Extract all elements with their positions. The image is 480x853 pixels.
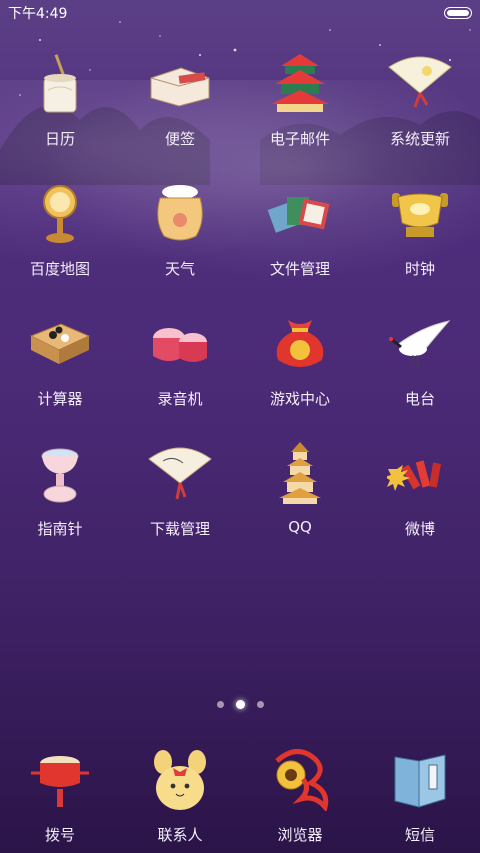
app-game-center[interactable]: 游戏中心 bbox=[240, 308, 360, 414]
scroll-book-icon bbox=[145, 48, 215, 118]
app-grid: 日历 便签 电子邮件 系统更新 百度地图 天气 文件管理 时钟 计算器 录音机 … bbox=[0, 48, 480, 544]
app-label: 浏览器 bbox=[277, 826, 323, 844]
app-label: 文件管理 bbox=[269, 260, 330, 278]
page-indicator bbox=[0, 700, 480, 709]
page-dot[interactable] bbox=[216, 701, 224, 708]
app-weibo[interactable]: 微博 bbox=[360, 438, 480, 544]
pagoda-icon bbox=[265, 438, 335, 508]
app-weather[interactable]: 天气 bbox=[120, 178, 240, 284]
app-label: 电子邮件 bbox=[269, 130, 330, 148]
rabbit-icon bbox=[145, 745, 215, 814]
app-dialer[interactable]: 拨号 bbox=[0, 745, 120, 845]
app-contacts[interactable]: 联系人 bbox=[120, 745, 240, 845]
app-label: 下载管理 bbox=[149, 520, 210, 538]
app-label: 录音机 bbox=[157, 390, 203, 408]
app-label: 电台 bbox=[404, 390, 435, 408]
app-browser[interactable]: 浏览器 bbox=[240, 745, 360, 845]
app-calendar[interactable]: 日历 bbox=[0, 48, 120, 154]
app-download-manager[interactable]: 下载管理 bbox=[120, 438, 240, 544]
rattle-drum-icon bbox=[25, 745, 95, 814]
drums-icon bbox=[145, 308, 215, 378]
temple-icon bbox=[265, 48, 335, 118]
app-label: 微博 bbox=[404, 520, 435, 538]
app-label: 便签 bbox=[164, 130, 195, 148]
app-label: QQ bbox=[288, 518, 312, 536]
app-label: 联系人 bbox=[157, 826, 203, 844]
golden-cauldron-icon bbox=[385, 178, 455, 248]
mirror-stand-icon bbox=[25, 178, 95, 248]
silk-ribbon-icon bbox=[265, 745, 335, 814]
app-label: 计算器 bbox=[37, 390, 83, 408]
page-dot[interactable] bbox=[256, 701, 264, 708]
app-qq[interactable]: QQ bbox=[240, 438, 360, 544]
battery-icon bbox=[444, 7, 472, 19]
open-book-icon bbox=[385, 745, 455, 814]
painted-fan-icon bbox=[145, 438, 215, 508]
folding-fan-icon bbox=[385, 48, 455, 118]
dock: 拨号 联系人 浏览器 短信 bbox=[0, 745, 480, 845]
app-email[interactable]: 电子邮件 bbox=[240, 48, 360, 154]
lucky-bag-icon bbox=[265, 308, 335, 378]
app-label: 游戏中心 bbox=[269, 390, 330, 408]
app-recorder[interactable]: 录音机 bbox=[120, 308, 240, 414]
status-time: 下午4:49 bbox=[8, 6, 68, 22]
app-label: 百度地图 bbox=[29, 260, 90, 278]
app-messages[interactable]: 短信 bbox=[360, 745, 480, 845]
tea-cup-icon bbox=[25, 438, 95, 508]
status-bar: 下午4:49 bbox=[0, 0, 480, 26]
app-label: 日历 bbox=[44, 130, 75, 148]
app-label: 短信 bbox=[404, 826, 435, 844]
app-label: 系统更新 bbox=[389, 130, 450, 148]
firecrackers-icon bbox=[385, 438, 455, 508]
app-label: 指南针 bbox=[37, 520, 83, 538]
page-dot-active[interactable] bbox=[235, 700, 245, 709]
app-radio[interactable]: 电台 bbox=[360, 308, 480, 414]
app-label: 天气 bbox=[164, 260, 195, 278]
books-icon bbox=[265, 178, 335, 248]
go-board-icon bbox=[25, 308, 95, 378]
app-calculator[interactable]: 计算器 bbox=[0, 308, 120, 414]
app-label: 时钟 bbox=[404, 260, 435, 278]
app-file-manager[interactable]: 文件管理 bbox=[240, 178, 360, 284]
app-notes[interactable]: 便签 bbox=[120, 48, 240, 154]
brush-pot-icon bbox=[25, 48, 95, 118]
wine-jar-icon bbox=[145, 178, 215, 248]
crane-icon bbox=[385, 308, 455, 378]
app-label: 拨号 bbox=[44, 826, 75, 844]
app-compass[interactable]: 指南针 bbox=[0, 438, 120, 544]
app-baidu-map[interactable]: 百度地图 bbox=[0, 178, 120, 284]
app-clock[interactable]: 时钟 bbox=[360, 178, 480, 284]
app-system-update[interactable]: 系统更新 bbox=[360, 48, 480, 154]
